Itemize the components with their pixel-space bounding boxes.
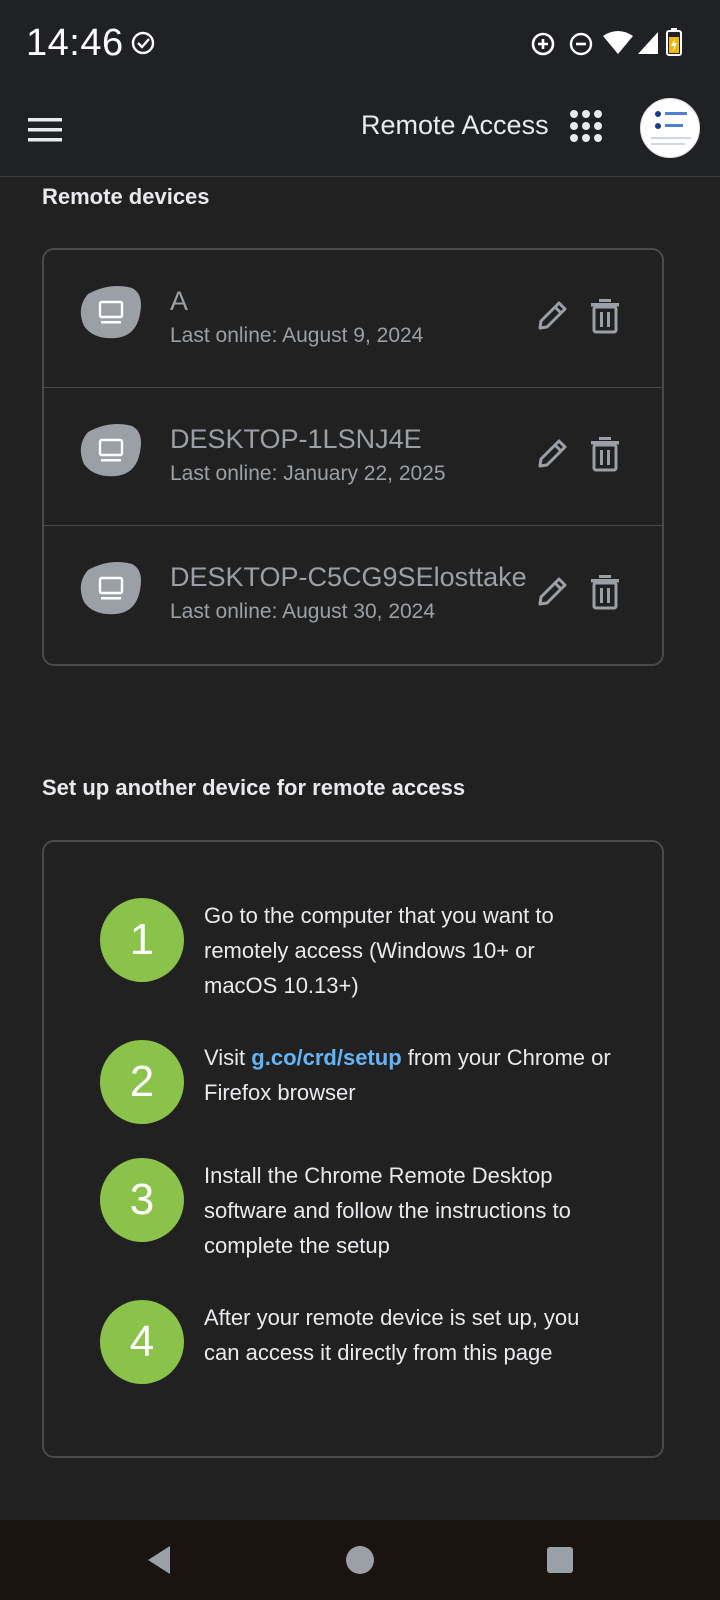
delete-icon[interactable] bbox=[588, 436, 622, 472]
device-row[interactable]: A Last online: August 9, 2024 bbox=[44, 250, 662, 388]
data-saver-icon bbox=[531, 32, 555, 56]
device-name: DESKTOP-C5CG9SElosttake bbox=[170, 562, 526, 592]
edit-icon[interactable] bbox=[534, 436, 570, 472]
setup-step: 3 Install the Chrome Remote Desktop soft… bbox=[100, 1158, 620, 1268]
edit-icon[interactable] bbox=[534, 574, 570, 610]
setup-heading: Set up another device for remote access bbox=[42, 775, 466, 800]
do-not-disturb-icon bbox=[569, 32, 593, 56]
device-last-online: Last online: August 30, 2024 bbox=[170, 600, 436, 623]
menu-icon[interactable] bbox=[24, 108, 68, 152]
apps-grid-icon[interactable] bbox=[566, 106, 606, 146]
delete-icon[interactable] bbox=[588, 298, 622, 334]
step-number-badge: 2 bbox=[100, 1040, 184, 1124]
app-bar: Remote Access bbox=[0, 88, 720, 177]
device-last-online: Last online: January 22, 2025 bbox=[170, 462, 446, 485]
setup-step: 4 After your remote device is set up, yo… bbox=[100, 1300, 620, 1410]
system-nav-bar bbox=[0, 1520, 720, 1600]
setup-link[interactable]: g.co/crd/setup bbox=[251, 1045, 401, 1070]
avatar[interactable] bbox=[640, 98, 700, 158]
delete-icon[interactable] bbox=[588, 574, 622, 610]
step-number-badge: 4 bbox=[100, 1300, 184, 1384]
edit-icon[interactable] bbox=[534, 298, 570, 334]
step-text: Go to the computer that you want to remo… bbox=[204, 903, 554, 998]
check-circle-icon bbox=[131, 31, 155, 55]
setup-step: 1 Go to the computer that you want to re… bbox=[100, 898, 620, 1008]
battery-icon bbox=[666, 28, 682, 56]
signal-icon bbox=[638, 32, 658, 54]
step-text-prefix: Visit bbox=[204, 1045, 252, 1070]
device-row[interactable]: DESKTOP-C5CG9SElosttake Last online: Aug… bbox=[44, 526, 662, 664]
step-number-badge: 1 bbox=[100, 898, 184, 982]
device-row[interactable]: DESKTOP-1LSNJ4E Last online: January 22,… bbox=[44, 388, 662, 526]
device-last-online: Last online: August 9, 2024 bbox=[170, 324, 424, 347]
device-name: A bbox=[170, 286, 189, 316]
home-icon[interactable] bbox=[344, 1544, 376, 1576]
status-time: 14:46 bbox=[26, 22, 124, 64]
device-name: DESKTOP-1LSNJ4E bbox=[170, 424, 422, 454]
step-text: Install the Chrome Remote Desktop softwa… bbox=[204, 1163, 571, 1258]
status-bar: 14:46 bbox=[0, 0, 720, 88]
setup-card: 1 Go to the computer that you want to re… bbox=[42, 840, 664, 1458]
setup-step: 2 Visit g.co/crd/setup from your Chrome … bbox=[100, 1040, 620, 1124]
computer-icon bbox=[80, 286, 141, 339]
step-number-badge: 3 bbox=[100, 1158, 184, 1242]
remote-devices-heading: Remote devices bbox=[42, 184, 210, 209]
computer-icon bbox=[80, 424, 141, 477]
back-icon[interactable] bbox=[144, 1544, 174, 1576]
step-text: Visit g.co/crd/setup from your Chrome or… bbox=[204, 1040, 614, 1110]
recents-icon[interactable] bbox=[546, 1546, 574, 1574]
page-title: Remote Access bbox=[361, 110, 549, 140]
computer-icon bbox=[80, 562, 141, 615]
devices-card: A Last online: August 9, 2024 DESKTOP-1L… bbox=[42, 248, 664, 666]
wifi-icon bbox=[603, 31, 633, 54]
step-text: After your remote device is set up, you … bbox=[204, 1305, 580, 1365]
